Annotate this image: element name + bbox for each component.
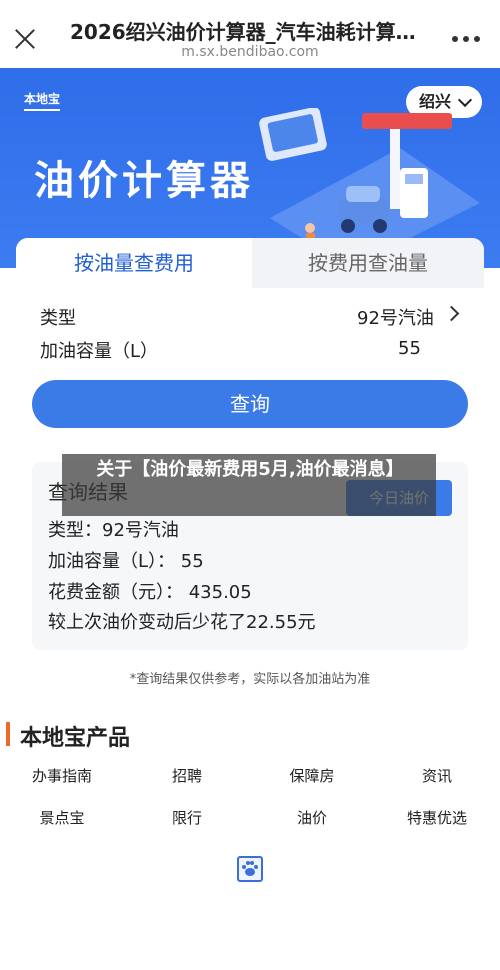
calc-tabs: 按油量查费用 按费用查油量 [16,238,484,288]
disclaimer-note: *查询结果仅供参考，实际以各加油站为准 [129,672,371,687]
more-options-icon[interactable] [452,36,480,42]
hero-title: 油价计算器 [34,158,254,204]
product-scenic[interactable]: 景点宝 [2,807,122,828]
result-cost: 花费金额（元）： 435.05 [48,582,252,603]
result-change: 较上次油价变动后少花了22.55元 [48,612,316,633]
page-url: m.sx.bendibao.com [181,44,319,60]
product-oil-price[interactable]: 油价 [252,807,372,828]
result-volume: 加油容量（L）： 55 [48,551,204,572]
page-title: 2026绍兴油价计算器_汽车油耗计算… [70,20,416,44]
bendibao-logo: 本地宝 [24,90,61,111]
volume-input[interactable]: 55 [398,338,421,359]
query-button[interactable]: 查询 [32,380,468,428]
products-section-title: 本地宝产品 [20,726,131,751]
browser-top-bar: 2026绍兴油价计算器_汽车油耗计算… m.sx.bendibao.com [0,0,500,68]
product-housing[interactable]: 保障房 [252,765,372,786]
section-accent-bar [6,722,10,746]
product-guide[interactable]: 办事指南 [2,765,122,786]
result-type: 类型：92号汽油 [48,520,179,541]
product-news[interactable]: 资讯 [377,765,497,786]
fuel-type-select[interactable]: 92号汽油 [357,304,434,330]
fuel-type-label: 类型 [40,308,76,329]
paw-icon[interactable] [237,856,263,882]
product-traffic-limit[interactable]: 限行 [127,807,247,828]
chevron-down-icon [457,92,473,108]
tab-by-cost[interactable]: 按费用查油量 [252,238,484,288]
product-jobs[interactable]: 招聘 [127,765,247,786]
volume-label: 加油容量（L） [40,341,159,362]
overlay-caption: 关于【油价最新费用5月,油价最消息】 [96,459,404,480]
tab-by-volume[interactable]: 按油量查费用 [16,238,252,288]
product-deals[interactable]: 特惠优选 [377,807,497,828]
